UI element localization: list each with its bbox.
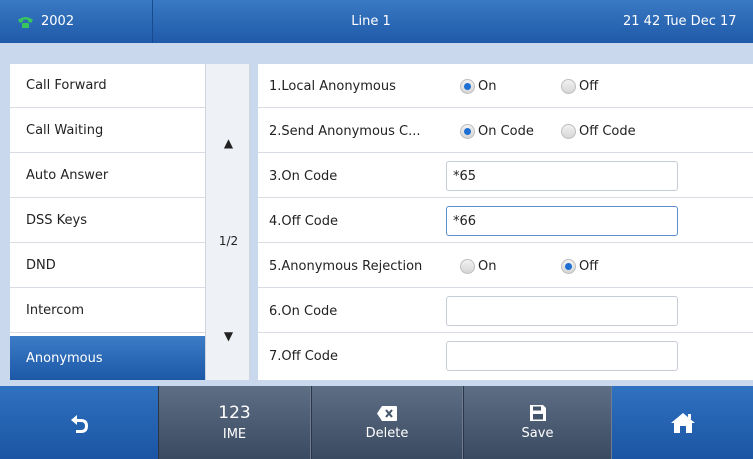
sidebar-item-dss-keys[interactable]: DSS Keys: [10, 199, 205, 243]
anonymous-rejection-off-radio[interactable]: Off: [561, 244, 598, 288]
extension-number: 2002: [41, 14, 75, 29]
sidebar-item-intercom[interactable]: Intercom: [10, 289, 205, 333]
ime-label: IME: [222, 427, 247, 442]
setting-row-on-code: 3.On Code *65: [258, 154, 753, 198]
setting-label: 3.On Code: [269, 168, 338, 184]
line-account[interactable]: 2002: [0, 0, 153, 43]
rejection-off-code-input[interactable]: [446, 341, 678, 371]
radio-unselected-icon: [460, 258, 475, 274]
rejection-on-code-input[interactable]: [446, 296, 678, 326]
setting-label: 2.Send Anonymous C...: [269, 123, 421, 139]
page-indicator: 1/2: [218, 234, 239, 248]
setting-row-rejection-on-code: 6.On Code: [258, 289, 753, 333]
setting-label: 7.Off Code: [269, 348, 339, 364]
page-down-button[interactable]: ▼: [206, 329, 251, 343]
radio-selected-icon: [561, 258, 576, 274]
radio-label: On Code: [478, 123, 534, 139]
sidebar-item-auto-answer[interactable]: Auto Answer: [10, 154, 205, 198]
back-button[interactable]: [0, 386, 158, 459]
page-scroller: ▲ 1/2 ▼: [205, 64, 250, 380]
send-anonymous-on-code-radio[interactable]: On Code: [460, 109, 534, 153]
home-button[interactable]: [612, 386, 753, 459]
radio-label: Off: [579, 258, 599, 274]
save-icon: [529, 404, 547, 422]
settings-list: 1.Local Anonymous On Off 2.Send Anonymou…: [258, 64, 753, 380]
send-anonymous-off-code-radio[interactable]: Off Code: [561, 109, 636, 153]
page-up-button[interactable]: ▲: [206, 136, 251, 150]
delete-icon: [376, 405, 398, 422]
save-label: Save: [521, 426, 554, 441]
date-time: 21 42 Tue Dec 17: [623, 14, 737, 29]
home-icon: [670, 412, 696, 434]
sidebar-item-dnd[interactable]: DND: [10, 244, 205, 288]
feature-sidebar: Call Forward Call Waiting Auto Answer DS…: [10, 64, 205, 380]
radio-label: On: [478, 258, 497, 274]
line-title: Line 1: [351, 14, 391, 29]
setting-row-off-code: 4.Off Code *66: [258, 199, 753, 243]
save-button[interactable]: Save: [463, 386, 612, 459]
radio-label: Off: [579, 78, 599, 94]
radio-unselected-icon: [561, 123, 576, 139]
radio-unselected-icon: [561, 78, 576, 94]
setting-row-anonymous-rejection: 5.Anonymous Rejection On Off: [258, 244, 753, 288]
setting-label: 6.On Code: [269, 303, 338, 319]
local-anonymous-off-radio[interactable]: Off: [561, 64, 598, 108]
setting-row-rejection-off-code: 7.Off Code: [258, 334, 753, 378]
setting-row-send-anonymous-code: 2.Send Anonymous C... On Code Off Code: [258, 109, 753, 153]
radio-label: On: [478, 78, 497, 94]
setting-label: 4.Off Code: [269, 213, 339, 229]
local-anonymous-on-radio[interactable]: On: [460, 64, 496, 108]
softkey-bar: 123 IME Delete Save: [0, 386, 753, 459]
sidebar-item-call-forward[interactable]: Call Forward: [10, 64, 205, 108]
sidebar-item-call-waiting[interactable]: Call Waiting: [10, 109, 205, 153]
ime-mode: 123: [218, 403, 251, 423]
anonymous-rejection-on-radio[interactable]: On: [460, 244, 496, 288]
delete-label: Delete: [365, 425, 409, 441]
ime-button[interactable]: 123 IME: [158, 386, 311, 459]
sidebar-item-anonymous[interactable]: Anonymous: [10, 336, 205, 380]
setting-row-local-anonymous: 1.Local Anonymous On Off: [258, 64, 753, 108]
radio-selected-icon: [460, 78, 475, 94]
delete-button[interactable]: Delete: [311, 386, 463, 459]
phone-icon: [16, 15, 35, 29]
back-icon: [68, 412, 90, 434]
off-code-input[interactable]: *66: [446, 206, 678, 236]
setting-label: 1.Local Anonymous: [269, 78, 396, 94]
radio-label: Off Code: [579, 123, 636, 139]
main-content: Call Forward Call Waiting Auto Answer DS…: [0, 43, 753, 386]
status-bar: 2002 Line 1 21 42 Tue Dec 17: [0, 0, 753, 43]
setting-label: 5.Anonymous Rejection: [269, 258, 423, 274]
on-code-input[interactable]: *65: [446, 161, 678, 191]
radio-selected-icon: [460, 123, 475, 139]
